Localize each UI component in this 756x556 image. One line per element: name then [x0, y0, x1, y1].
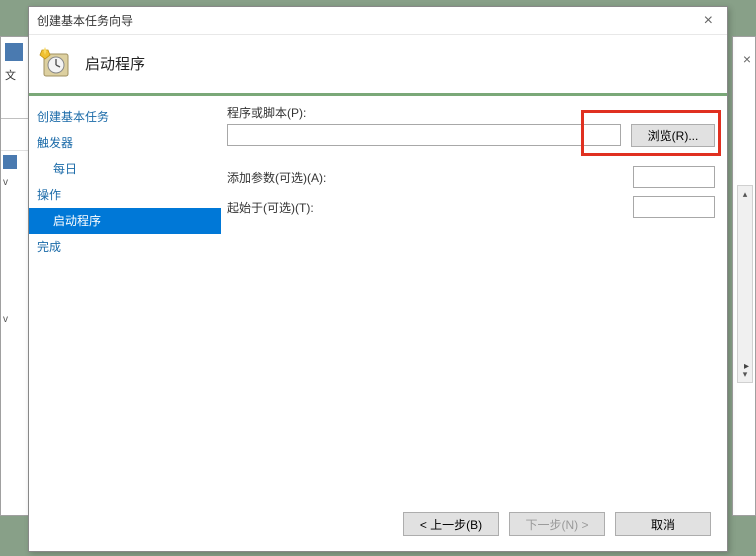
wizard-header: 启动程序 — [29, 35, 727, 93]
nav-trigger[interactable]: 触发器 — [29, 130, 221, 156]
browse-button[interactable]: 浏览(R)... — [631, 124, 715, 147]
program-script-input[interactable] — [227, 124, 621, 146]
nav-finish[interactable]: 完成 — [29, 234, 221, 260]
titlebar: 创建基本任务向导 × — [29, 7, 727, 35]
back-button[interactable]: < 上一步(B) — [403, 512, 499, 536]
nav-daily[interactable]: 每日 — [29, 156, 221, 182]
clock-task-icon — [39, 47, 71, 79]
cancel-button[interactable]: 取消 — [615, 512, 711, 536]
arguments-label: 添加参数(可选)(A): — [227, 169, 326, 186]
wizard-dialog: 创建基本任务向导 × 启动程序 创建基本任务 触发器 每日 操作 启动程序 完成 — [28, 6, 728, 552]
wizard-content: 程序或脚本(P): 浏览(R)... 添加参数(可选)(A): 起始于(可选)(… — [221, 96, 727, 498]
start-in-input[interactable] — [633, 196, 715, 218]
nav-action[interactable]: 操作 — [29, 182, 221, 208]
program-script-label: 程序或脚本(P): — [227, 104, 715, 121]
background-close-icon: × — [743, 51, 751, 67]
nav-create-task[interactable]: 创建基本任务 — [29, 104, 221, 130]
dialog-title: 创建基本任务向导 — [37, 12, 133, 29]
wizard-step-title: 启动程序 — [85, 53, 145, 74]
arguments-input[interactable] — [633, 166, 715, 188]
background-right-panel: × ▴ ▾ ▸ — [732, 36, 756, 516]
wizard-nav: 创建基本任务 触发器 每日 操作 启动程序 完成 — [29, 96, 221, 498]
background-tree-collapse-2: v — [1, 310, 29, 329]
background-left-text: 文 — [1, 67, 29, 83]
background-right-arrow-icon: ▸ — [744, 361, 749, 372]
close-button[interactable]: × — [698, 12, 719, 30]
background-app-icon — [5, 43, 23, 61]
next-button[interactable]: 下一步(N) > — [509, 512, 605, 536]
nav-start-program[interactable]: 启动程序 — [29, 208, 221, 234]
background-scrollbar: ▴ ▾ — [737, 185, 753, 383]
start-in-label: 起始于(可选)(T): — [227, 199, 314, 216]
scroll-up-icon: ▴ — [738, 186, 752, 202]
background-tree-item — [1, 151, 29, 173]
background-tree-collapse: v — [1, 173, 29, 192]
background-left-panel: 文 v v — [0, 36, 30, 516]
wizard-footer: < 上一步(B) 下一步(N) > 取消 — [29, 498, 727, 550]
